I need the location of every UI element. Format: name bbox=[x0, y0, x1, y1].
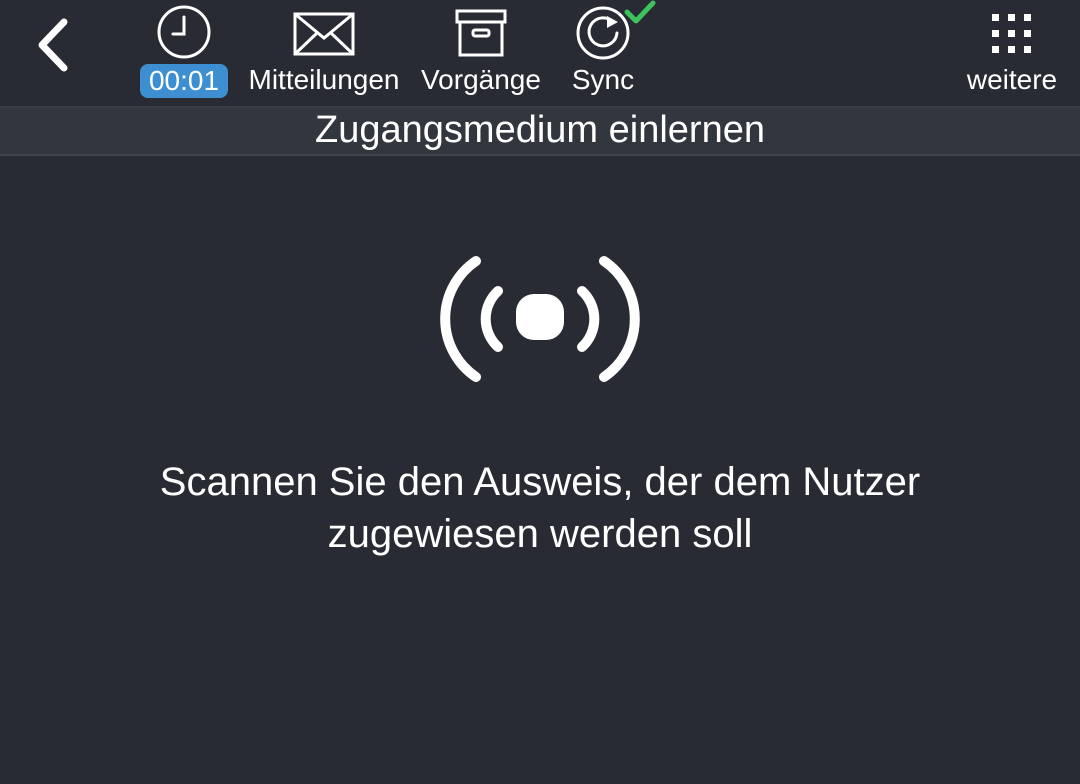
timer-button[interactable]: 00:01 bbox=[134, 0, 234, 104]
back-button[interactable] bbox=[20, 12, 86, 78]
archive-box-icon bbox=[455, 9, 507, 57]
more-button[interactable]: weitere bbox=[956, 0, 1068, 104]
sync-button[interactable]: Sync bbox=[562, 0, 656, 104]
clock-icon bbox=[157, 5, 211, 59]
messages-button[interactable]: Mitteilungen bbox=[242, 0, 406, 104]
timer-value: 00:01 bbox=[140, 64, 228, 98]
main-content: Scannen Sie den Ausweis, der dem Nutzer … bbox=[0, 156, 1080, 784]
sync-label: Sync bbox=[571, 64, 635, 95]
processes-button[interactable]: Vorgänge bbox=[414, 0, 548, 104]
instruction-text-line-1: Scannen Sie den Ausweis, der dem Nutzer bbox=[159, 460, 921, 504]
messages-label: Mitteilungen bbox=[248, 64, 400, 95]
grid-dots-icon bbox=[992, 14, 1031, 53]
instruction-text-line-2: zugewiesen werden soll bbox=[327, 512, 753, 556]
checkmark-icon bbox=[624, 0, 656, 24]
nfc-scan-icon bbox=[440, 256, 640, 382]
envelope-icon bbox=[293, 12, 355, 56]
page-title: Zugangsmedium einlernen bbox=[0, 108, 1080, 156]
chevron-left-icon bbox=[38, 18, 68, 72]
processes-label: Vorgänge bbox=[421, 64, 541, 95]
more-label: weitere bbox=[966, 64, 1058, 95]
top-toolbar: 00:01 Mitteilungen Vorgänge Sync weitere bbox=[0, 0, 1080, 108]
